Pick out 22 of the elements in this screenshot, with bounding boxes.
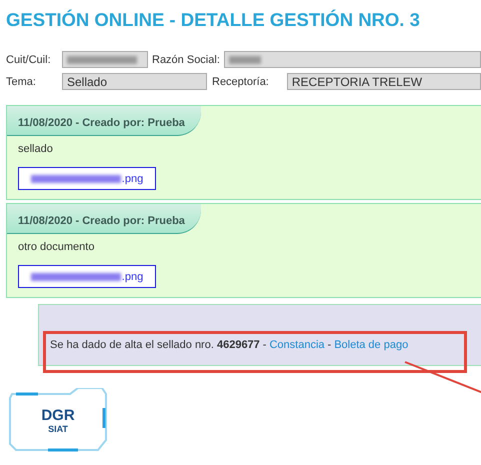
input-field[interactable] <box>224 51 481 68</box>
input-field[interactable]: Sellado <box>62 73 207 90</box>
input-field[interactable] <box>62 51 148 68</box>
field-label: Razón Social: <box>151 54 221 66</box>
notice-text: Se ha dado de alta el sellado nro. 4629677 <box>50 339 260 351</box>
entry-header: 11/08/2020 - Creado por: Prueba <box>7 204 201 234</box>
page-title: GESTIÓN ONLINE - DETALLE GESTIÓN NRO. 3 <box>5 8 421 32</box>
entry-text: sellado <box>17 142 54 155</box>
entry-header: 11/08/2020 - Creado por: Prueba <box>7 106 201 136</box>
redacted-text <box>228 56 261 64</box>
field-label: Cuit/Cuil: <box>6 54 52 66</box>
input-field[interactable]: RECEPTORIA TRELEW <box>286 73 481 90</box>
redacted-text <box>67 56 137 64</box>
logo-title: DGR <box>41 406 75 424</box>
entry-text: otro documento <box>17 240 96 253</box>
separator-text: - <box>328 339 332 351</box>
attachment-link[interactable]: .png <box>18 265 156 288</box>
field-label: Receptoría: <box>211 76 270 88</box>
logo-subtitle: SIAT <box>48 424 68 434</box>
separator-text: - <box>262 339 266 351</box>
field-label: Tema: <box>6 76 37 88</box>
attachment-link[interactable]: .png <box>18 167 156 190</box>
